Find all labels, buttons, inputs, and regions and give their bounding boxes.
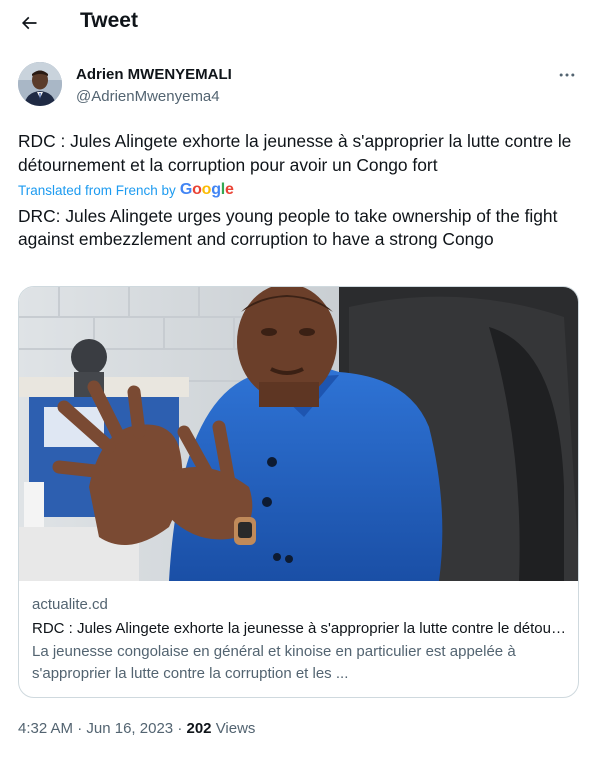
link-card-meta: actualite.cd RDC : Jules Alingete exhort… [32,595,566,685]
google-logo: Google [179,181,234,198]
link-card-title: RDC : Jules Alingete exhorte la jeunesse… [32,620,566,637]
translation-attribution[interactable]: Translated from French by Google [18,181,234,199]
tweet-meta: 4:32 AM · Jun 16, 2023 · 202 Views [18,720,255,737]
link-card-image[interactable] [19,287,579,581]
more-options-button[interactable] [554,62,580,88]
arrow-left-icon [21,16,37,30]
more-horizontal-icon [559,73,575,77]
views-count: 202 [186,720,212,737]
page-title: Tweet [80,9,138,32]
header: Tweet [0,0,598,44]
tweet-author: Adrien MWENYEMALI @AdrienMwenyema4 [18,62,580,112]
tweet-translated-text: DRC: Jules Alingete urges young people t… [18,206,558,249]
link-card-domain: actualite.cd [32,596,108,613]
meta-separator: · [177,720,183,737]
views-label: Views [215,720,256,737]
tweet-original-text: RDC : Jules Alingete exhorte la jeunesse… [18,131,572,175]
author-name[interactable]: Adrien MWENYEMALI [76,66,232,83]
meta-separator: · [77,720,83,737]
tweet-date[interactable]: Jun 16, 2023 [86,720,173,737]
author-handle[interactable]: @AdrienMwenyema4 [76,88,220,105]
back-button[interactable] [12,6,46,40]
link-card[interactable]: actualite.cd RDC : Jules Alingete exhort… [18,286,579,698]
translated-label: Translated from French by [18,182,176,198]
avatar[interactable] [18,62,62,106]
tweet-time[interactable]: 4:32 AM [18,720,73,737]
link-card-description: La jeunesse congolaise en général et kin… [32,643,516,682]
